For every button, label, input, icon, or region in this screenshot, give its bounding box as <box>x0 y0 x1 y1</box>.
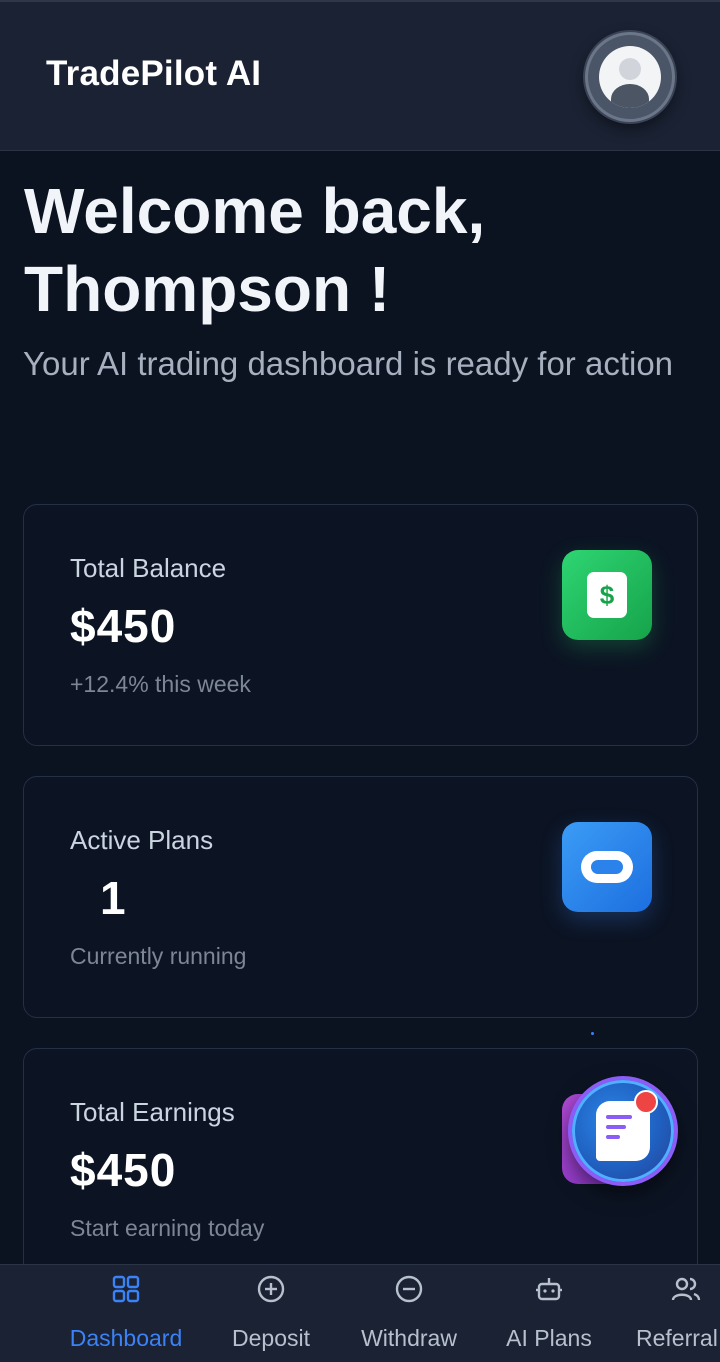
nav-label: Referral <box>636 1325 718 1351</box>
bottom-navigation: Dashboard Deposit Withdraw AI Plans Refe… <box>0 1264 720 1362</box>
card-note: Currently running <box>70 943 247 969</box>
top-bar: TradePilot AI <box>0 0 720 151</box>
chat-support-button[interactable] <box>568 1076 678 1186</box>
welcome-heading: Welcome back, Thompson ! <box>24 172 704 328</box>
profile-avatar-button[interactable] <box>585 32 675 122</box>
app-root: TradePilot AI Welcome back, Thompson ! Y… <box>0 0 720 1362</box>
card-note: Start earning today <box>70 1215 265 1241</box>
welcome-line-2: Thompson ! <box>24 253 391 325</box>
minus-circle-icon <box>395 1275 423 1303</box>
nav-deposit[interactable]: Deposit <box>221 1265 321 1362</box>
plan-pill-icon <box>562 822 652 912</box>
nav-dashboard[interactable]: Dashboard <box>66 1265 186 1362</box>
cash-note-glyph: $ <box>587 572 627 618</box>
card-label: Active Plans <box>70 825 214 855</box>
indicator-dot <box>591 1032 594 1035</box>
welcome-subtitle: Your AI trading dashboard is ready for a… <box>23 345 674 382</box>
card-label: Total Earnings <box>70 1097 235 1127</box>
nav-label: Withdraw <box>361 1325 457 1351</box>
dashboard-grid-icon <box>112 1275 140 1303</box>
notification-badge <box>634 1090 658 1114</box>
users-icon <box>671 1277 701 1301</box>
nav-ai-plans[interactable]: AI Plans <box>499 1265 599 1362</box>
welcome-line-1: Welcome back, <box>24 175 486 247</box>
nav-label: Deposit <box>232 1325 310 1351</box>
dollar-icon: $ <box>562 550 652 640</box>
user-avatar-icon <box>599 46 661 108</box>
nav-referral[interactable]: Referral <box>636 1265 720 1362</box>
robot-icon <box>536 1278 562 1301</box>
card-label: Total Balance <box>70 553 227 583</box>
card-value: $450 <box>70 600 177 652</box>
card-value: $450 <box>70 1144 177 1196</box>
nav-label: AI Plans <box>506 1325 592 1351</box>
nav-withdraw[interactable]: Withdraw <box>354 1265 464 1362</box>
card-value: 1 <box>100 872 127 924</box>
total-balance-card[interactable]: Total Balance $450 +12.4% this week $ <box>23 504 698 746</box>
nav-label: Dashboard <box>69 1325 183 1351</box>
plus-circle-icon <box>257 1275 285 1303</box>
card-note: +12.4% this week <box>70 671 251 697</box>
brand-title: TradePilot AI <box>46 54 262 93</box>
active-plans-card[interactable]: Active Plans 1 Currently running <box>23 776 698 1018</box>
